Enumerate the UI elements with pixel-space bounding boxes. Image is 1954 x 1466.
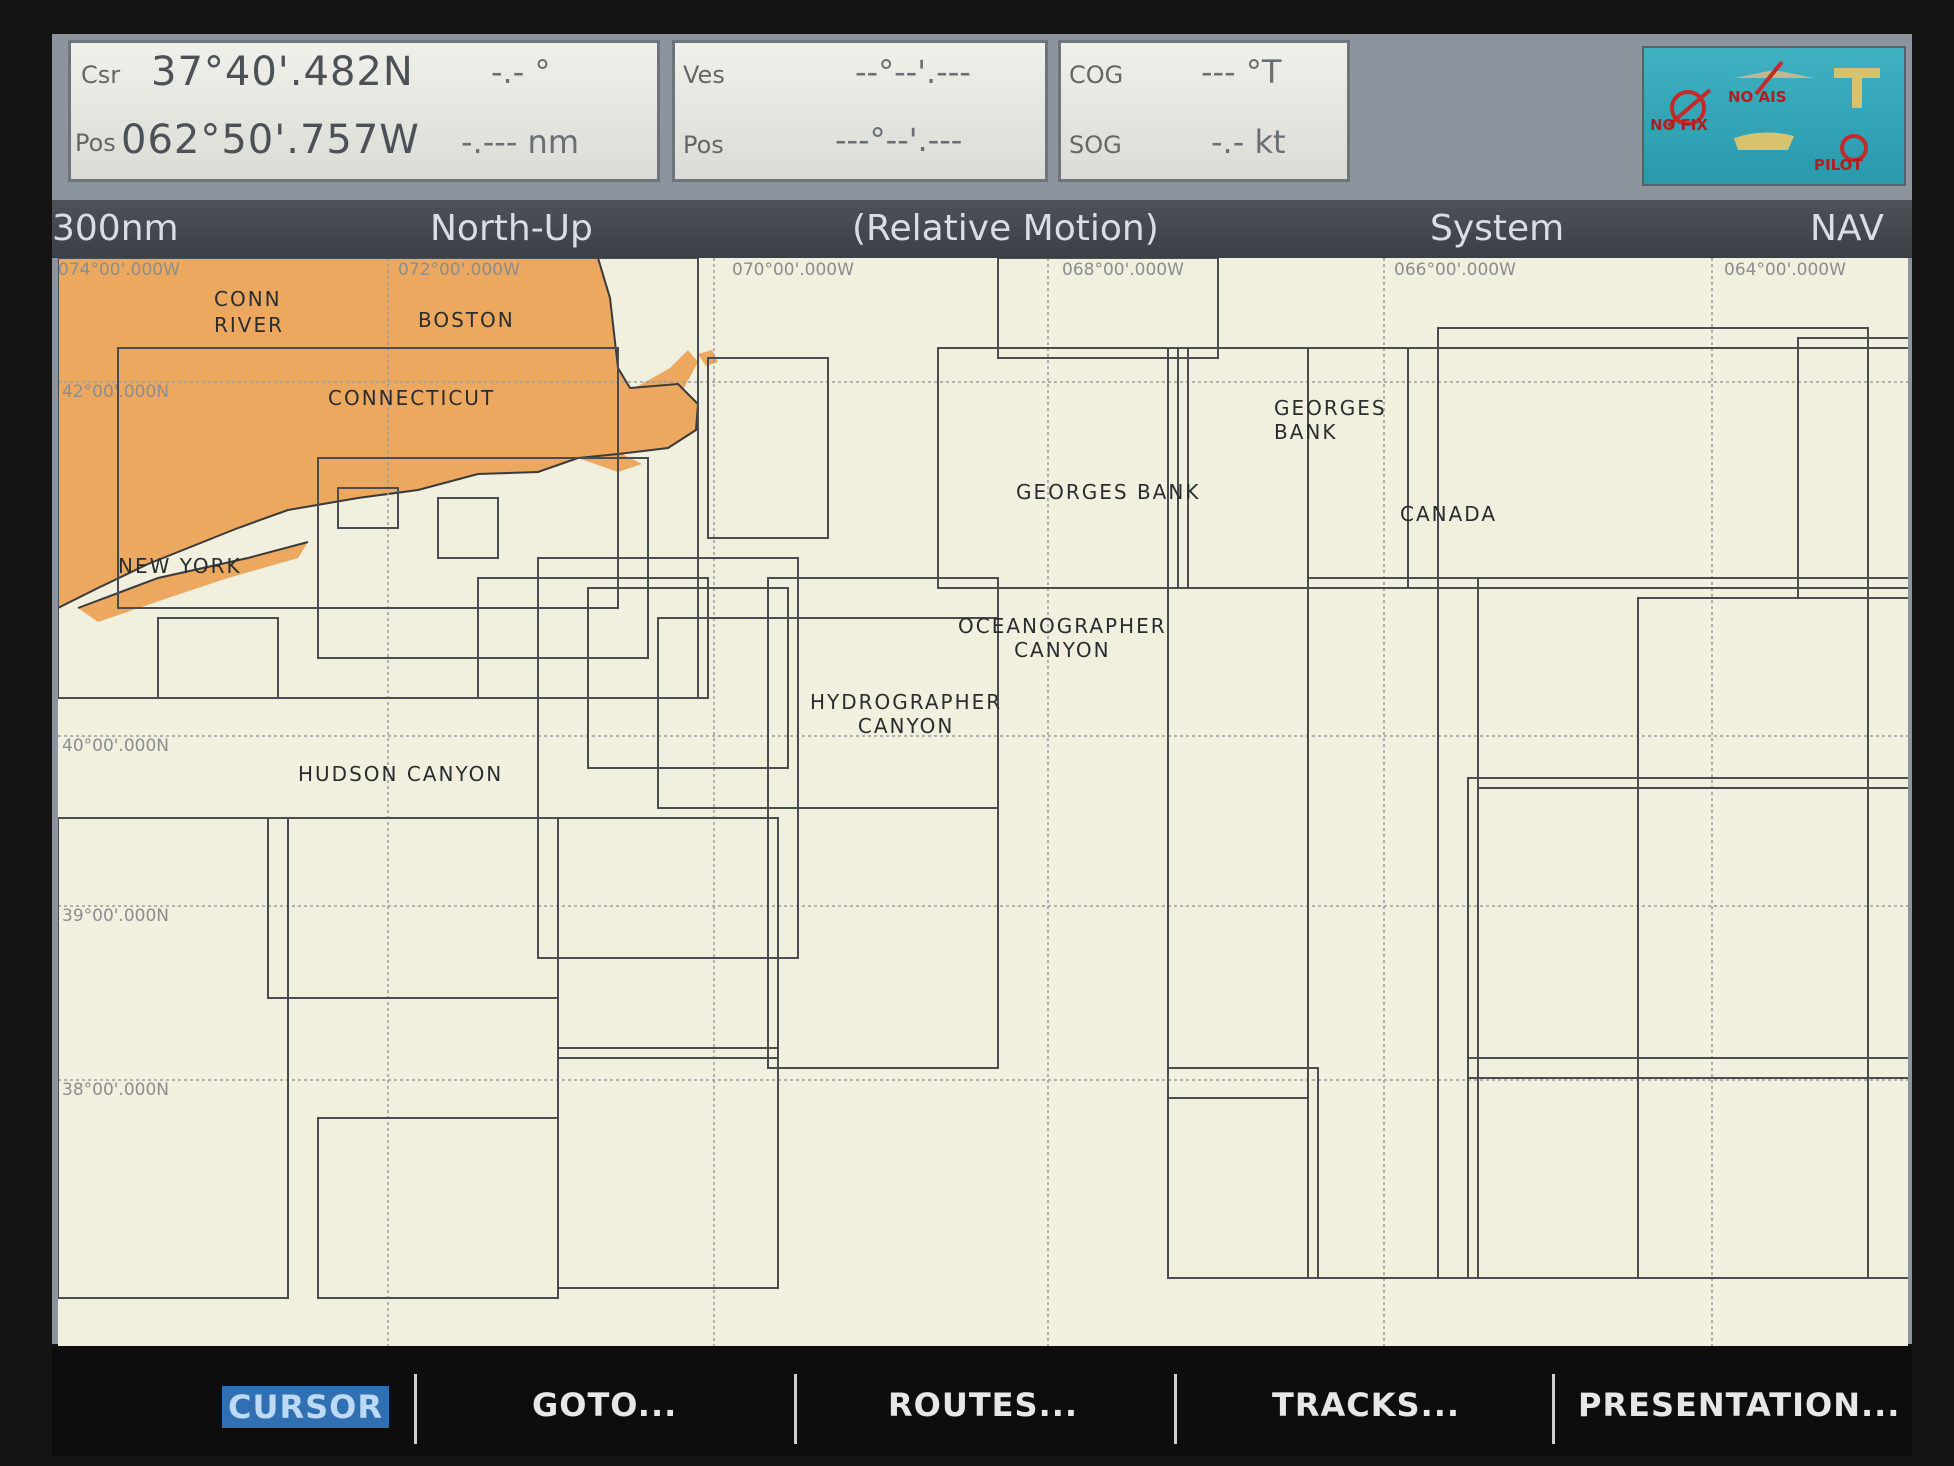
label-canada: CANADA <box>1400 502 1498 526</box>
cog-sog-panel: COG --- °T SOG -.- kt <box>1058 40 1350 182</box>
cursor-range: -.--- nm <box>461 123 579 161</box>
pilot-label: PILOT <box>1814 156 1863 174</box>
cog-value: --- °T <box>1201 53 1282 91</box>
softkey-separator <box>1174 1374 1177 1444</box>
softkey-separator <box>414 1374 417 1444</box>
label-georges-bank-ne: GEORGES BANK <box>1274 396 1387 444</box>
system-menu[interactable]: System <box>1430 208 1564 249</box>
lat-label-40: 40°00'.000N <box>62 736 170 756</box>
chartplotter-screen: Csr 37°40'.482N -.- ° Pos 062°50'.757W -… <box>52 34 1912 1456</box>
routes-softkey[interactable]: ROUTES... <box>888 1386 1078 1424</box>
cursor-position-panel: Csr 37°40'.482N -.- ° Pos 062°50'.757W -… <box>68 40 660 182</box>
cursor-latitude: 37°40'.482N <box>151 49 414 95</box>
cursor-softkey[interactable]: CURSOR <box>222 1386 389 1428</box>
sog-label: SOG <box>1069 131 1122 159</box>
vessel-latitude: --°--'.--- <box>855 53 971 91</box>
label-connecticut: CONNECTICUT <box>328 386 496 410</box>
chart-range[interactable]: 300nm <box>52 208 179 249</box>
pos-label: Pos <box>75 129 116 157</box>
lon-label-070: 070°00'.000W <box>732 260 854 280</box>
chart-view[interactable]: 074°00'.000W 072°00'.000W 070°00'.000W 0… <box>58 258 1908 1346</box>
presentation-softkey[interactable]: PRESENTATION... <box>1578 1386 1900 1424</box>
goto-softkey[interactable]: GOTO... <box>532 1386 677 1424</box>
cog-label: COG <box>1069 61 1124 89</box>
softkey-separator <box>1552 1374 1555 1444</box>
sog-value: -.- kt <box>1211 123 1286 161</box>
label-conn-river: CONN RIVER <box>214 287 285 337</box>
lon-label-074: 074°00'.000W <box>58 260 180 280</box>
cursor-bearing: -.- ° <box>491 53 551 91</box>
gps-ais-status-panel[interactable]: NO FIX NO AIS PILOT <box>1642 46 1906 186</box>
nav-mode[interactable]: NAV <box>1810 208 1884 249</box>
softkey-bar: CURSOR GOTO... ROUTES... TRACKS... PRESE… <box>52 1346 1912 1456</box>
lon-label-064: 064°00'.000W <box>1724 260 1846 280</box>
label-new-york: NEW YORK <box>118 554 242 578</box>
vessel-longitude: ---°--'.--- <box>835 121 963 159</box>
ves-label: Ves <box>683 61 725 89</box>
label-georges-bank: GEORGES BANK <box>1016 480 1201 504</box>
no-ais-label: NO AIS <box>1728 88 1787 106</box>
lat-label-39: 39°00'.000N <box>62 906 170 926</box>
vessel-position-panel: Ves --°--'.--- Pos ---°--'.--- <box>672 40 1048 182</box>
mode-bar: 300nm North-Up (Relative Motion) System … <box>52 200 1912 258</box>
lat-label-38: 38°00'.000N <box>62 1080 170 1100</box>
motion-mode[interactable]: (Relative Motion) <box>852 208 1159 249</box>
chart-graphic <box>58 258 1908 1346</box>
label-oceanographer-canyon: OCEANOGRAPHER CANYON <box>958 614 1167 662</box>
cursor-longitude: 062°50'.757W <box>121 117 420 163</box>
vessel-pos-label: Pos <box>683 131 724 159</box>
csr-label: Csr <box>81 61 121 89</box>
lon-label-072: 072°00'.000W <box>398 260 520 280</box>
label-hydrographer-canyon: HYDROGRAPHER CANYON <box>810 690 1003 738</box>
label-boston: BOSTON <box>418 308 515 332</box>
softkey-separator <box>794 1374 797 1444</box>
label-hudson-canyon: HUDSON CANYON <box>298 762 504 786</box>
empty-panel <box>1362 40 1640 182</box>
lat-label-42: 42°00'.000N <box>62 382 170 402</box>
no-fix-label: NO FIX <box>1650 116 1708 134</box>
orientation-mode[interactable]: North-Up <box>430 208 593 249</box>
tracks-softkey[interactable]: TRACKS... <box>1272 1386 1460 1424</box>
lon-label-068: 068°00'.000W <box>1062 260 1184 280</box>
lon-label-066: 066°00'.000W <box>1394 260 1516 280</box>
